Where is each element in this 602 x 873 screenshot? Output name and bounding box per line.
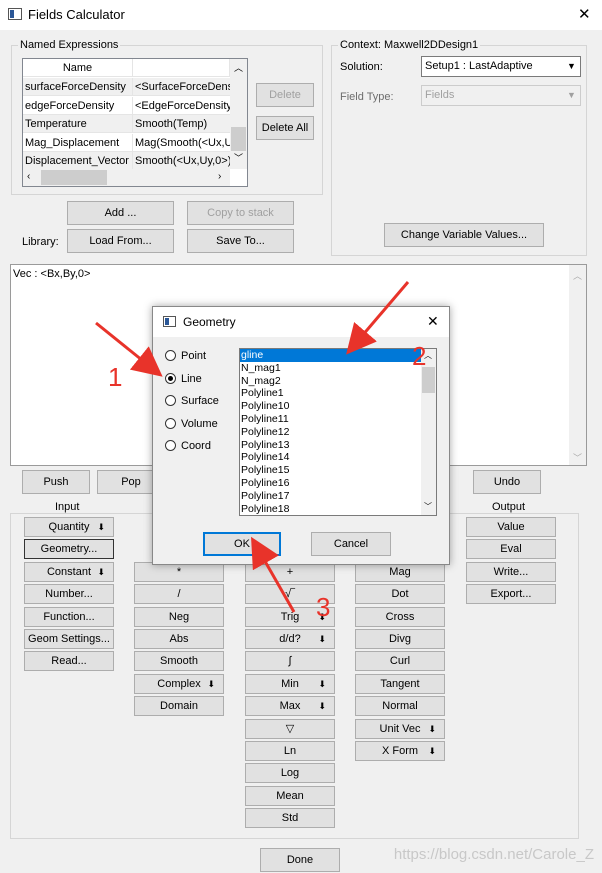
arrow-3 (251, 536, 296, 613)
annotation-2: 2 (412, 341, 427, 371)
annotation-1: 1 (108, 362, 123, 392)
annotation-arrows (95, 281, 410, 613)
annotation-3: 3 (316, 592, 331, 622)
arrow-1 (95, 321, 163, 377)
arrow-2 (346, 281, 410, 355)
